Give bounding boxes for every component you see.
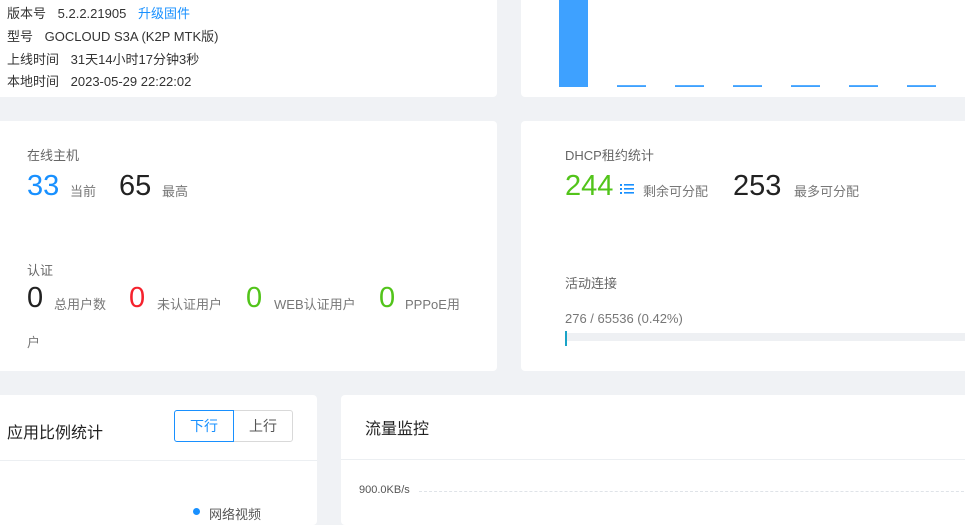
hosts-max-label: 最高 (162, 184, 189, 199)
auth-web-label: WEB认证用户 (274, 297, 356, 312)
traffic-y-tick: 900.0KB/s (359, 484, 410, 496)
online-hosts-title: 在线主机 (27, 148, 80, 163)
connections-progress-bar (565, 333, 965, 341)
top-chart-bar (675, 85, 704, 87)
app-ratio-divider (0, 460, 317, 461)
model-label: 型号 (7, 29, 34, 44)
top-chart-bar (733, 85, 762, 87)
model-row: 型号 GOCLOUD S3A (K2P MTK版) (7, 26, 219, 45)
version-label: 版本号 (7, 6, 47, 21)
connections-stats: 276 / 65536 (0.42%) (565, 311, 683, 326)
top-chart-bar (791, 85, 820, 87)
hosts-current-value: 33 (27, 170, 60, 202)
top-bar-chart (559, 0, 936, 87)
dhcp-title: DHCP租约统计 (565, 148, 654, 163)
active-connections-title: 活动连接 (565, 276, 618, 291)
traffic-divider (341, 459, 965, 460)
top-chart-bar (559, 0, 588, 87)
legend-dot-icon (193, 508, 200, 515)
auth-unauth-label: 未认证用户 (157, 297, 223, 312)
hosts-max-value: 65 (119, 170, 152, 202)
localtime-label: 本地时间 (7, 74, 60, 89)
connections-progress-marker (565, 331, 567, 346)
dhcp-max-value: 253 (733, 170, 782, 202)
auth-web-value: 0 (246, 282, 263, 314)
version-row: 版本号 5.2.2.21905 升级固件 (7, 3, 190, 22)
list-icon[interactable] (620, 182, 634, 200)
auth-total-label: 总用户数 (54, 297, 107, 312)
version-value: 5.2.2.21905 (57, 6, 127, 21)
app-ratio-title: 应用比例统计 (7, 425, 104, 442)
hosts-current-label: 当前 (70, 184, 97, 199)
uptime-row: 上线时间 31天14小时17分钟3秒 (7, 49, 199, 68)
dhcp-remaining-value: 244 (565, 170, 614, 202)
dhcp-max-label: 最多可分配 (794, 184, 860, 199)
system-info-card: 版本号 5.2.2.21905 升级固件 型号 GOCLOUD S3A (K2P… (0, 0, 497, 97)
uplink-tab[interactable]: 上行 (233, 410, 293, 442)
traffic-title: 流量监控 (365, 421, 430, 438)
top-chart-bar (849, 85, 878, 87)
auth-unauth-value: 0 (129, 282, 146, 314)
upgrade-firmware-link[interactable]: 升级固件 (138, 6, 190, 21)
top-chart-bar (907, 85, 936, 87)
traffic-gridline (419, 491, 965, 492)
dhcp-lease-card: DHCP租约统计 244 剩余可分配 253 最多可分配 活动连接 276 / … (521, 121, 965, 371)
legend-item-video[interactable]: 网络视频 (209, 504, 261, 523)
auth-pppoe-label-line1: PPPoE用 (405, 297, 460, 312)
auth-title: 认证 (27, 263, 54, 278)
online-hosts-card: 在线主机 33 当前 65 最高 认证 0 总用户数 0 未认证用户 0 WEB… (0, 121, 497, 371)
localtime-row: 本地时间 2023-05-29 22:22:02 (7, 71, 191, 90)
traffic-monitor-card: 流量监控 900.0KB/s (341, 395, 965, 525)
downlink-tab[interactable]: 下行 (174, 410, 234, 442)
uptime-value: 31天14小时17分钟3秒 (70, 52, 200, 67)
auth-pppoe-label-line2: 户 (27, 335, 41, 350)
top-bar-chart-card (521, 0, 965, 97)
top-chart-bar (617, 85, 646, 87)
auth-total-value: 0 (27, 282, 44, 314)
localtime-value: 2023-05-29 22:22:02 (70, 74, 192, 89)
dhcp-remaining-label: 剩余可分配 (643, 184, 709, 199)
model-value: GOCLOUD S3A (K2P MTK版) (44, 29, 219, 44)
auth-pppoe-value: 0 (379, 282, 396, 314)
app-ratio-card: 应用比例统计 下行 上行 网络视频 (0, 395, 317, 525)
uptime-label: 上线时间 (7, 52, 60, 67)
